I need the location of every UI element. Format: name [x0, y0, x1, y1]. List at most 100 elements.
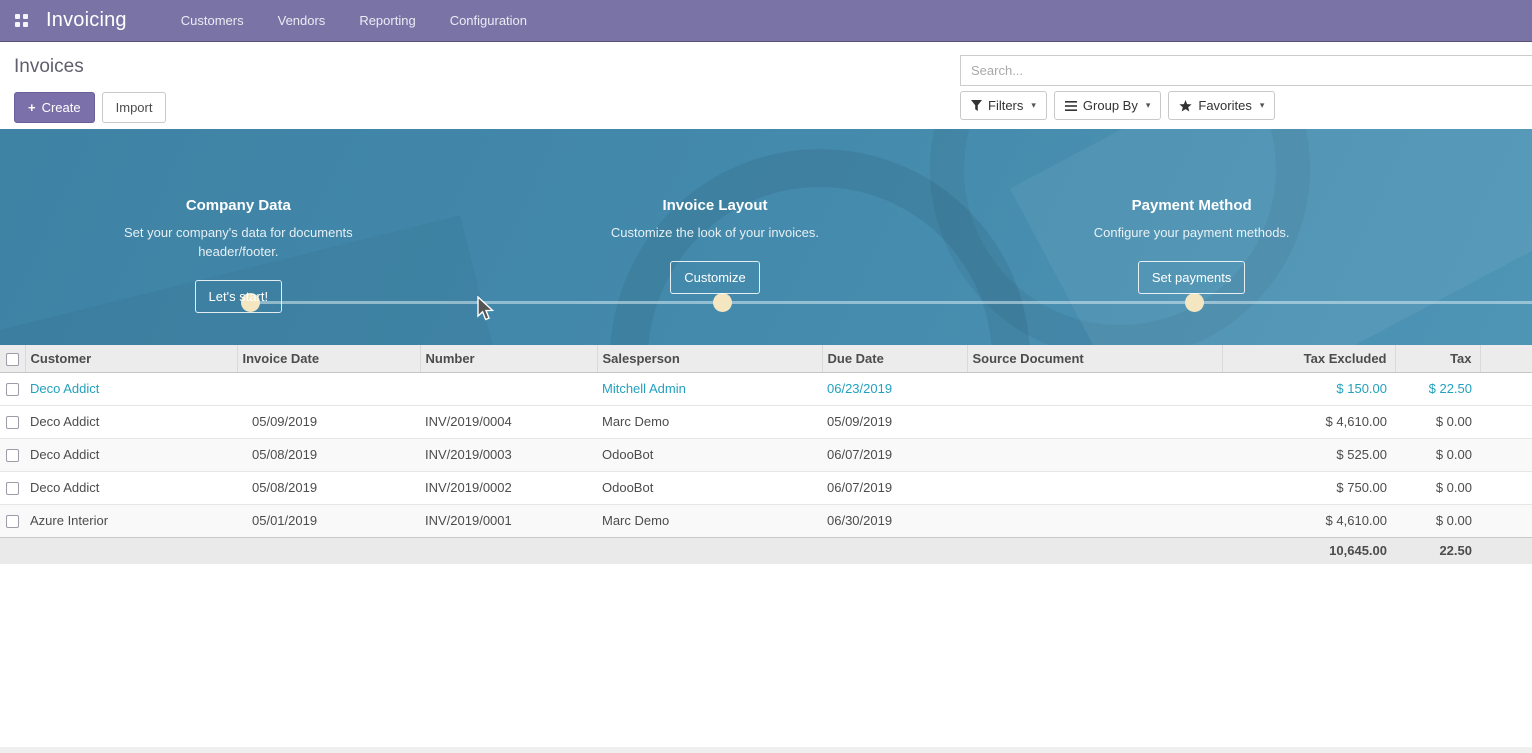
cell-due-date: 06/30/2019	[822, 504, 967, 537]
cell-salesperson: Marc Demo	[597, 405, 822, 438]
cell-salesperson: OdooBot	[597, 471, 822, 504]
table-row[interactable]: Azure Interior 05/01/2019 INV/2019/0001 …	[0, 504, 1532, 537]
row-checkbox[interactable]	[6, 515, 19, 528]
table-row[interactable]: Deco Addict Mitchell Admin 06/23/2019 $ …	[0, 372, 1532, 405]
cell-invoice-date: 05/09/2019	[237, 405, 420, 438]
apps-grid-icon[interactable]	[8, 8, 34, 34]
select-all-checkbox[interactable]	[6, 353, 19, 366]
cell-tax: $ 22.50	[1395, 372, 1480, 405]
group-by-label: Group By	[1083, 99, 1138, 112]
lets-start-button[interactable]: Let's start!	[195, 280, 283, 313]
step-title: Invoice Layout	[477, 197, 954, 214]
cell-invoice-date: 05/08/2019	[237, 438, 420, 471]
top-navbar: Invoicing Customers Vendors Reporting Co…	[0, 0, 1532, 42]
cell-tax-excluded: $ 750.00	[1222, 471, 1395, 504]
filters-label: Filters	[988, 99, 1023, 112]
cell-number: INV/2019/0001	[420, 504, 597, 537]
total-tax: 22.50	[1395, 537, 1480, 564]
nav-menu-configuration[interactable]: Configuration	[448, 1, 529, 40]
column-header-invoice-date[interactable]: Invoice Date	[237, 345, 420, 372]
import-button[interactable]: Import	[102, 92, 167, 123]
onboarding-step-payment-method: Payment Method Configure your payment me…	[953, 129, 1430, 345]
cell-tax-excluded: $ 150.00	[1222, 372, 1395, 405]
cell-due-date: 06/07/2019	[822, 438, 967, 471]
nav-menu-vendors[interactable]: Vendors	[276, 1, 328, 40]
filters-button[interactable]: Filters ▾	[960, 91, 1047, 120]
onboarding-step-company-data: Company Data Set your company's data for…	[0, 129, 477, 345]
create-button[interactable]: + Create	[14, 92, 95, 123]
create-button-label: Create	[42, 101, 81, 114]
cell-tax: $ 0.00	[1395, 471, 1480, 504]
search-input[interactable]	[960, 55, 1532, 86]
horizontal-scrollbar[interactable]	[0, 747, 1532, 753]
caret-down-icon: ▾	[1260, 101, 1265, 110]
onboarding-banner: Company Data Set your company's data for…	[0, 129, 1532, 345]
column-header-customer[interactable]: Customer	[25, 345, 237, 372]
cell-tax: $ 0.00	[1395, 405, 1480, 438]
set-payments-button[interactable]: Set payments	[1138, 261, 1246, 294]
plus-icon: +	[28, 101, 36, 114]
step-description: Customize the look of your invoices.	[595, 223, 835, 242]
row-checkbox[interactable]	[6, 449, 19, 462]
table-row[interactable]: Deco Addict 05/09/2019 INV/2019/0004 Mar…	[0, 405, 1532, 438]
cell-customer: Deco Addict	[25, 471, 237, 504]
cell-invoice-date: 05/08/2019	[237, 471, 420, 504]
caret-down-icon: ▾	[1146, 101, 1151, 110]
nav-menus: Customers Vendors Reporting Configuratio…	[179, 1, 529, 40]
column-header-due-date[interactable]: Due Date	[822, 345, 967, 372]
cell-due-date: 06/23/2019	[822, 372, 967, 405]
cell-tax-excluded: $ 4,610.00	[1222, 504, 1395, 537]
nav-menu-customers[interactable]: Customers	[179, 1, 246, 40]
step-title: Payment Method	[953, 197, 1430, 214]
column-header-source-document[interactable]: Source Document	[967, 345, 1222, 372]
column-header-tax-excluded[interactable]: Tax Excluded	[1222, 345, 1395, 372]
favorites-star-icon	[1179, 100, 1192, 112]
cell-invoice-date	[237, 372, 420, 405]
cell-customer: Azure Interior	[25, 504, 237, 537]
cell-due-date: 06/07/2019	[822, 471, 967, 504]
cell-source-document	[967, 405, 1222, 438]
favorites-button[interactable]: Favorites ▾	[1168, 91, 1275, 120]
column-header-tax[interactable]: Tax	[1395, 345, 1480, 372]
row-checkbox[interactable]	[6, 416, 19, 429]
cell-tax-excluded: $ 4,610.00	[1222, 405, 1395, 438]
table-row[interactable]: Deco Addict 05/08/2019 INV/2019/0002 Odo…	[0, 471, 1532, 504]
onboarding-step-invoice-layout: Invoice Layout Customize the look of you…	[477, 129, 954, 345]
invoices-table: Customer Invoice Date Number Salesperson…	[0, 345, 1532, 564]
cell-source-document	[967, 504, 1222, 537]
cell-number: INV/2019/0004	[420, 405, 597, 438]
cell-salesperson: Marc Demo	[597, 504, 822, 537]
group-by-button[interactable]: Group By ▾	[1054, 91, 1161, 120]
cell-customer: Deco Addict	[25, 372, 237, 405]
customize-button[interactable]: Customize	[670, 261, 759, 294]
filter-funnel-icon	[971, 100, 982, 111]
row-checkbox[interactable]	[6, 383, 19, 396]
cell-due-date: 05/09/2019	[822, 405, 967, 438]
step-description: Set your company's data for documents he…	[118, 223, 358, 261]
group-by-lines-icon	[1065, 101, 1077, 111]
cell-customer: Deco Addict	[25, 405, 237, 438]
cell-number	[420, 372, 597, 405]
cell-source-document	[967, 471, 1222, 504]
cell-source-document	[967, 372, 1222, 405]
cell-number: INV/2019/0003	[420, 438, 597, 471]
cell-salesperson: OdooBot	[597, 438, 822, 471]
cell-tax-excluded: $ 525.00	[1222, 438, 1395, 471]
total-tax-excluded: 10,645.00	[1222, 537, 1395, 564]
caret-down-icon: ▾	[1031, 101, 1036, 110]
cell-customer: Deco Addict	[25, 438, 237, 471]
cell-salesperson: Mitchell Admin	[597, 372, 822, 405]
table-header-row: Customer Invoice Date Number Salesperson…	[0, 345, 1532, 372]
cell-invoice-date: 05/01/2019	[237, 504, 420, 537]
column-header-salesperson[interactable]: Salesperson	[597, 345, 822, 372]
step-description: Configure your payment methods.	[1072, 223, 1312, 242]
nav-menu-reporting[interactable]: Reporting	[357, 1, 417, 40]
row-checkbox[interactable]	[6, 482, 19, 495]
cell-number: INV/2019/0002	[420, 471, 597, 504]
column-header-number[interactable]: Number	[420, 345, 597, 372]
step-title: Company Data	[0, 197, 477, 214]
app-title[interactable]: Invoicing	[46, 9, 127, 32]
control-panel: Invoices + Create Import Filters ▾	[0, 42, 1532, 129]
table-row[interactable]: Deco Addict 05/08/2019 INV/2019/0003 Odo…	[0, 438, 1532, 471]
cell-source-document	[967, 438, 1222, 471]
